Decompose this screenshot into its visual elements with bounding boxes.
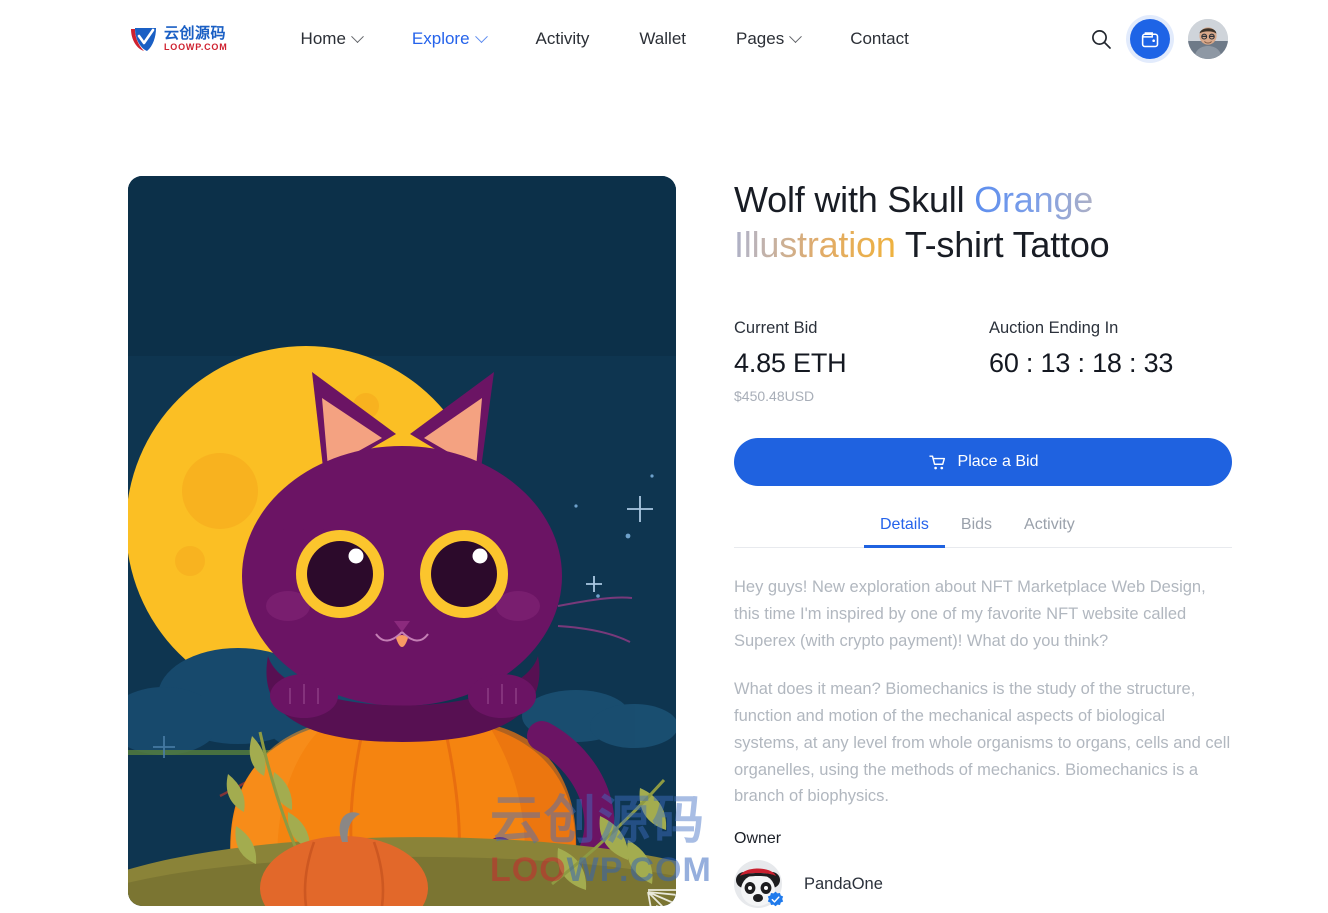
current-bid-usd: $450.48USD — [734, 388, 815, 405]
verified-badge-icon — [767, 891, 784, 908]
tab-activity[interactable]: Activity — [1008, 516, 1091, 548]
main-navigation: Home Explore Activity Wallet Pages Conta… — [276, 29, 934, 49]
tab-bids[interactable]: Bids — [945, 516, 1008, 548]
search-icon[interactable] — [1090, 28, 1112, 50]
place-a-bid-label: Place a Bid — [957, 453, 1039, 471]
brand-logo[interactable]: 云创源码 LOOWP.COM — [128, 24, 228, 54]
chevron-down-icon — [474, 29, 488, 43]
nav-label: Explore — [411, 29, 470, 48]
owner-label: Owner — [734, 830, 782, 847]
title-part-2: T-shirt Tattoo — [895, 223, 1110, 265]
owner-avatar[interactable] — [734, 860, 784, 908]
page-title: Wolf with Skull Orange Illustration T-sh… — [734, 178, 1244, 267]
main-content: Wolf with Skull Orange Illustration T-sh… — [0, 78, 1328, 908]
brand-name-cn: 云创源码 — [164, 25, 227, 42]
avatar[interactable] — [1188, 19, 1228, 59]
bid-summary: Current Bid 4.85 ETH $450.48USD Auction … — [734, 319, 1244, 404]
nav-item-wallet[interactable]: Wallet — [614, 29, 711, 49]
site-header: 云创源码 LOOWP.COM Home Explore Activity Wal… — [0, 0, 1328, 78]
auction-countdown: 60 : 13 : 18 : 33 — [989, 348, 1174, 379]
brand-name-en: LOOWP.COM — [164, 42, 228, 52]
nav-label: Activity — [535, 29, 590, 48]
listing-details: Wolf with Skull Orange Illustration T-sh… — [734, 176, 1244, 908]
tab-details[interactable]: Details — [864, 516, 945, 549]
current-bid-value: 4.85 ETH — [734, 348, 847, 379]
nav-label: Pages — [736, 29, 785, 48]
header-actions — [1090, 19, 1228, 59]
nav-item-explore[interactable]: Explore — [387, 29, 511, 49]
owner-name: PandaOne — [804, 874, 883, 893]
nav-label: Contact — [850, 29, 909, 48]
owner-section: Owner PandaOne — [734, 830, 1244, 908]
title-part-1: Wolf with Skull — [734, 179, 975, 220]
shopping-cart-icon — [928, 455, 945, 470]
current-bid-block: Current Bid 4.85 ETH $450.48USD — [734, 319, 989, 404]
logo-mark-icon — [128, 24, 158, 54]
nav-item-activity[interactable]: Activity — [511, 29, 615, 49]
nav-item-home[interactable]: Home — [276, 29, 387, 49]
auction-timer-block: Auction Ending In 60 : 13 : 18 : 33 — [989, 319, 1244, 404]
nav-item-pages[interactable]: Pages — [711, 29, 825, 49]
wallet-icon — [1141, 31, 1158, 47]
chevron-down-icon — [789, 29, 803, 43]
nav-label: Wallet — [639, 29, 686, 48]
current-bid-label: Current Bid — [734, 319, 818, 338]
chevron-down-icon — [351, 29, 364, 43]
nav-item-contact[interactable]: Contact — [825, 29, 934, 49]
place-a-bid-button[interactable]: Place a Bid — [734, 438, 1232, 487]
detail-tabs: Details Bids Activity — [734, 516, 1232, 549]
description-paragraph-2: What does it mean? Biomechanics is the s… — [734, 680, 1231, 806]
auction-ending-label: Auction Ending In — [989, 319, 1119, 338]
description-paragraph-1: Hey guys! New exploration about NFT Mark… — [734, 578, 1206, 650]
owner-row[interactable]: PandaOne — [734, 860, 1244, 908]
nft-artwork[interactable] — [128, 176, 676, 906]
nft-illustration — [128, 176, 676, 906]
wallet-button[interactable] — [1130, 19, 1170, 59]
nav-label: Home — [300, 29, 346, 48]
